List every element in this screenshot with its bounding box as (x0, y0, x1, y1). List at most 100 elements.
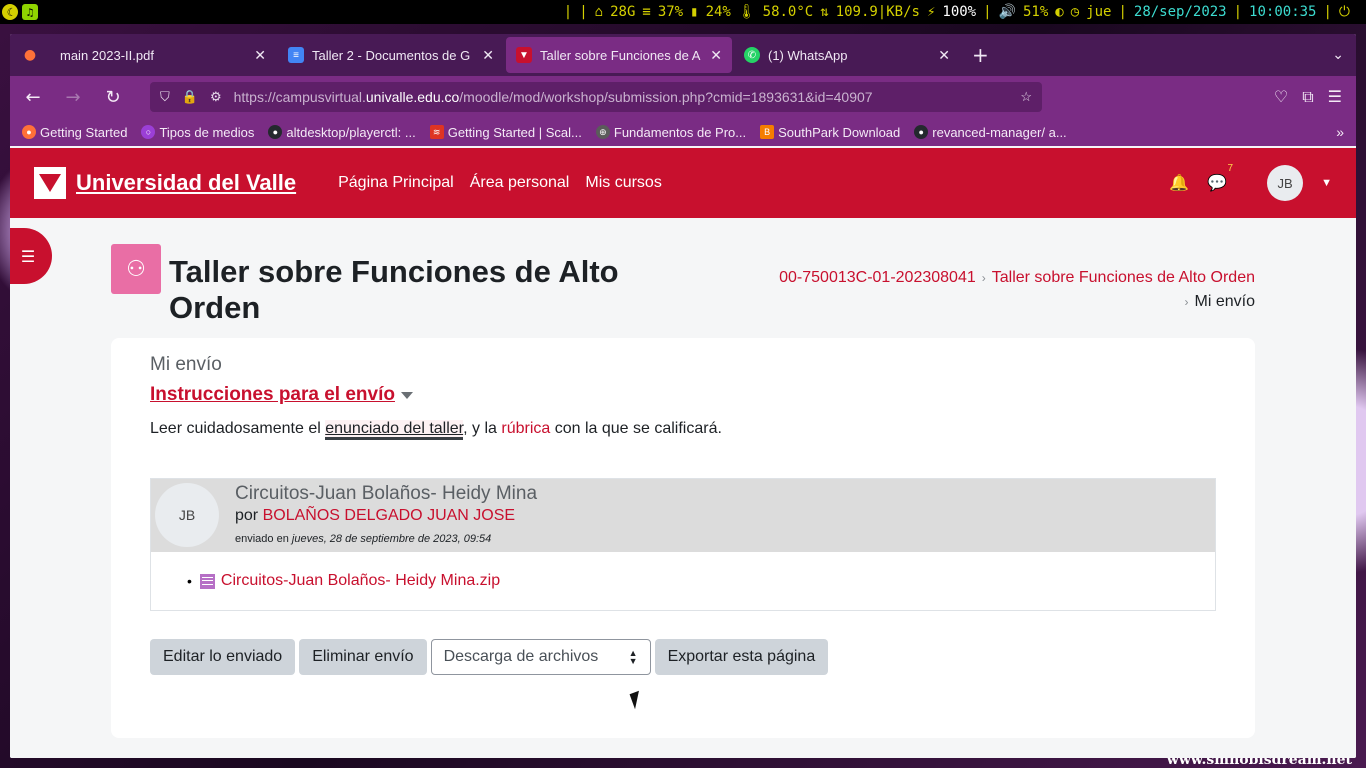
bookmark-item[interactable]: ○ Tipos de medios (141, 125, 254, 140)
messages-icon[interactable]: 💬 7 (1207, 163, 1237, 193)
close-icon[interactable]: ✕ (254, 47, 266, 64)
firefox-view-icon[interactable]: ● (10, 47, 50, 63)
submission-header: JB Circuitos-Juan Bolaños- Heidy Mina po… (151, 479, 1215, 552)
time: 10:00:35 (1249, 4, 1317, 20)
breadcrumb-course[interactable]: 00-750013C-01-202308041 (779, 269, 976, 286)
course-index-toggle[interactable]: ☰ (10, 228, 52, 284)
tab-title: Taller sobre Funciones de A (540, 47, 701, 63)
edit-submission-button[interactable]: Editar lo enviado (150, 639, 296, 675)
tab-title: main 2023-II.pdf (60, 47, 154, 63)
url-bar[interactable]: ⛉ 🔒 ⚙ https://campusvirtual.univalle.edu… (150, 82, 1042, 112)
close-icon[interactable]: ✕ (710, 47, 722, 64)
permissions-icon[interactable]: ⚙ (210, 89, 222, 105)
chevron-down-icon[interactable]: ▼ (1321, 177, 1332, 189)
author-avatar[interactable]: JB (155, 483, 219, 547)
download-files-select[interactable]: Descarga de archivos ▲ ▼ (430, 639, 651, 675)
breadcrumb-activity[interactable]: Taller sobre Funciones de Alto Orden (992, 269, 1255, 286)
scala-icon: ≋ (429, 125, 444, 139)
univalle-icon: ▼ (516, 47, 532, 63)
lock-icon[interactable]: 🔒 (182, 89, 198, 105)
network-icon: ⇅ (820, 4, 829, 20)
clock-icon: ◷ (1070, 4, 1080, 20)
site-logo[interactable]: Universidad del Valle (34, 167, 296, 199)
chevron-right-double-icon[interactable]: » (1336, 124, 1344, 140)
extensions-icon[interactable]: ⧉ (1302, 87, 1313, 107)
volume-icon[interactable]: 🔊 (999, 4, 1016, 20)
browser-window: ● main 2023-II.pdf ✕ ≡ Taller 2 - Docume… (10, 34, 1356, 758)
close-icon[interactable]: ✕ (938, 47, 950, 64)
tab-title: Taller 2 - Documentos de G (312, 47, 471, 63)
firefox-icon: ● (22, 125, 36, 139)
export-page-button[interactable]: Exportar esta página (654, 639, 829, 675)
submission-date: enviado en jueves, 28 de septiembre de 2… (235, 533, 492, 545)
nav-dashboard[interactable]: Área personal (470, 174, 570, 192)
file-link[interactable]: Circuitos-Juan Bolaños- Heidy Mina.zip (221, 572, 500, 590)
blogger-icon: B (760, 125, 775, 139)
select-arrows-icon: ▲ ▼ (628, 648, 638, 666)
main-content-card: Mi envío Instrucciones para el envío Lee… (111, 338, 1255, 738)
bookmark-item[interactable]: ● altdesktop/playerctl: ... (268, 125, 416, 140)
bookmark-item[interactable]: B SouthPark Download (760, 125, 900, 140)
assignment-link[interactable]: enunciado del taller (325, 420, 464, 440)
hamburger-menu-icon[interactable]: ☰ (1328, 87, 1342, 107)
site-name: Universidad del Valle (76, 170, 297, 195)
github-icon: ● (268, 125, 283, 139)
back-button[interactable]: ← (18, 82, 48, 112)
action-buttons: Editar lo enviado Eliminar envío Descarg… (150, 639, 1216, 675)
circle-icon: ○ (141, 125, 156, 139)
system-status-bar: ☾ ♫ | | ⌂ 28G ≡ 37% ▮ 24% 🌡 58.0°C ⇅ 109.9|KB/… (0, 0, 1366, 24)
bookmark-item[interactable]: ⊕ Fundamentos de Pro... (595, 125, 746, 140)
thermometer-icon: 🌡 (737, 4, 756, 20)
delete-submission-button[interactable]: Eliminar envío (299, 639, 427, 675)
globe-icon: ⊕ (595, 125, 610, 139)
bookmark-item[interactable]: ● revanced-manager/ a... (914, 125, 1067, 140)
submission-author: por BOLAÑOS DELGADO JUAN JOSE (235, 507, 516, 524)
music-player-icon[interactable]: ♫ (22, 4, 38, 20)
chevron-down-icon[interactable]: ⌄ (1332, 47, 1344, 63)
brightness-icon: ◐ (1055, 4, 1064, 20)
page-title: Taller sobre Funciones de Alto Orden (169, 254, 619, 325)
bell-icon[interactable]: 🔔 (1169, 173, 1189, 193)
reload-button[interactable]: ↻ (98, 82, 128, 112)
nav-my-courses[interactable]: Mis cursos (585, 174, 661, 192)
list-icon: ☰ (20, 246, 36, 266)
system-menu-icon[interactable]: ☾ (2, 4, 18, 20)
power-icon[interactable]: ⏻ (1339, 4, 1350, 20)
rubric-link[interactable]: rúbrica (501, 420, 554, 437)
shield-icon[interactable]: ⛉ (160, 89, 170, 105)
new-tab-button[interactable]: + (972, 43, 989, 67)
bookmark-item[interactable]: ≋ Getting Started | Scal... (429, 125, 582, 140)
memory-icon: ≡ (642, 4, 651, 20)
cpu-icon: ▮ (690, 4, 699, 20)
site-header: Universidad del Valle Página Principal Á… (10, 148, 1356, 218)
close-icon[interactable]: ✕ (482, 47, 494, 64)
google-docs-icon: ≡ (288, 47, 304, 63)
cpu-usage: 24% (705, 4, 731, 20)
bookmark-star-icon[interactable]: ☆ (1020, 89, 1032, 105)
memory-usage: 37% (657, 4, 684, 20)
tab-univalle-active[interactable]: ▼ Taller sobre Funciones de A ✕ (506, 37, 732, 73)
nav-home[interactable]: Página Principal (338, 174, 454, 192)
tab-pdf[interactable]: main 2023-II.pdf ✕ (50, 37, 276, 73)
network-speed: 109.9|KB/s (835, 4, 920, 20)
instructions-toggle[interactable]: Instrucciones para el envío (150, 384, 1216, 406)
bookmark-item[interactable]: ● Getting Started (22, 125, 127, 140)
submission-box: JB Circuitos-Juan Bolaños- Heidy Mina po… (150, 478, 1216, 611)
author-link[interactable]: BOLAÑOS DELGADO JUAN JOSE (263, 507, 516, 524)
instructions-text: Leer cuidadosamente el enunciado del tal… (150, 420, 1216, 440)
tab-title: (1) WhatsApp (768, 47, 848, 63)
url-text[interactable]: https://campusvirtual.univalle.edu.co/mo… (234, 89, 1009, 105)
date: 28/sep/2023 (1133, 4, 1227, 20)
tab-google-docs[interactable]: ≡ Taller 2 - Documentos de G ✕ (278, 37, 504, 73)
notification-badge: 7 (1224, 163, 1237, 174)
univalle-logo-icon (34, 167, 66, 199)
workshop-activity-icon: ⚇ (111, 244, 161, 294)
navigation-toolbar: ← → ↻ ⛉ 🔒 ⚙ https://campusvirtual.unival… (10, 76, 1356, 118)
volume-level: 51% (1022, 4, 1049, 20)
forward-button[interactable]: → (58, 82, 88, 112)
whatsapp-icon: ✆ (744, 47, 760, 63)
user-avatar[interactable]: JB (1267, 165, 1304, 201)
tab-whatsapp[interactable]: ✆ (1) WhatsApp ✕ (734, 37, 960, 73)
submission-files: • Circuitos-Juan Bolaños- Heidy Mina.zip (187, 572, 501, 590)
pocket-icon[interactable]: ♡ (1274, 87, 1288, 107)
